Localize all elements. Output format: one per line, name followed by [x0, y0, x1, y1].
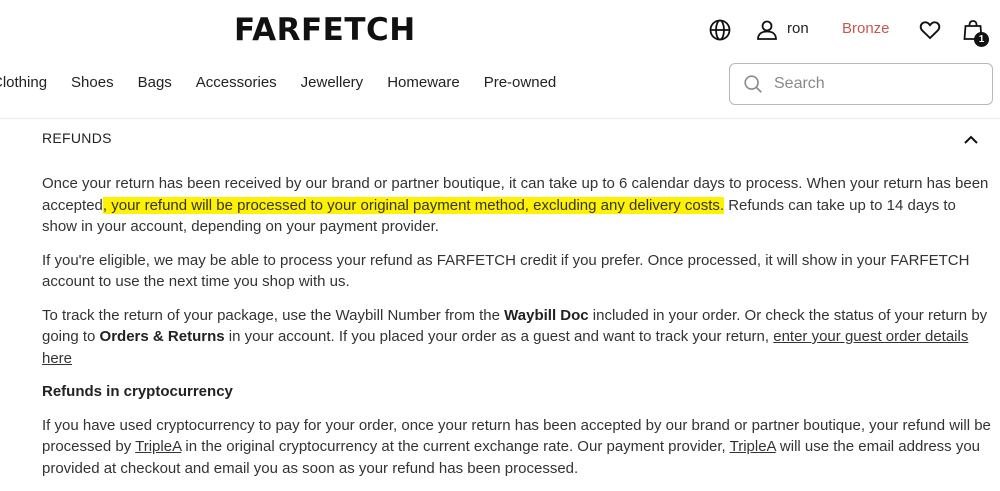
text: To track the return of your package, use… — [42, 306, 505, 324]
refund-paragraph-1: Once your return has been received by ou… — [42, 173, 992, 238]
section-title[interactable]: REFUNDS — [42, 130, 112, 146]
header-divider — [0, 118, 1000, 119]
nav-item-clothing[interactable]: Clothing — [0, 74, 47, 96]
triplea-link[interactable]: TripleA — [730, 438, 776, 455]
refund-paragraph-4: If you have used cryptocurrency to pay f… — [42, 415, 992, 480]
highlighted-text: , your refund will be processed to your … — [102, 196, 725, 214]
account-name[interactable]: ron — [787, 20, 809, 37]
waybill-doc-label: Waybill Doc — [504, 306, 589, 324]
nav-item-shoes[interactable]: Shoes — [71, 74, 114, 96]
refunds-content: Once your return has been received by ou… — [42, 173, 992, 491]
refund-paragraph-3: To track the return of your package, use… — [42, 305, 992, 370]
membership-tier[interactable]: Bronze — [842, 20, 890, 37]
search-placeholder: Search — [774, 75, 825, 92]
triplea-link[interactable]: TripleA — [135, 438, 181, 455]
orders-returns-label: Orders & Returns — [99, 328, 225, 345]
globe-icon[interactable] — [708, 14, 732, 46]
chevron-up-icon[interactable] — [962, 133, 980, 152]
heart-icon[interactable] — [918, 14, 942, 46]
search-icon — [742, 73, 764, 95]
text: in the original cryptocurrency at the cu… — [181, 438, 730, 455]
nav-item-jewellery[interactable]: Jewellery — [301, 74, 364, 96]
bag-count-badge: 1 — [974, 32, 989, 47]
category-nav: Clothing Shoes Bags Accessories Jeweller… — [0, 74, 580, 96]
nav-item-homeware[interactable]: Homeware — [387, 74, 460, 96]
text: in your account. If you placed your orde… — [224, 328, 774, 345]
crypto-subheading: Refunds in cryptocurrency — [42, 383, 233, 400]
nav-item-accessories[interactable]: Accessories — [196, 74, 277, 96]
user-icon[interactable] — [755, 14, 779, 46]
search-input[interactable]: Search — [729, 63, 993, 105]
nav-item-pre-owned[interactable]: Pre-owned — [484, 74, 557, 96]
nav-item-bags[interactable]: Bags — [138, 74, 172, 96]
farfetch-logo[interactable]: FARFETCH — [234, 10, 416, 50]
refund-paragraph-2: If you're eligible, we may be able to pr… — [42, 251, 970, 291]
